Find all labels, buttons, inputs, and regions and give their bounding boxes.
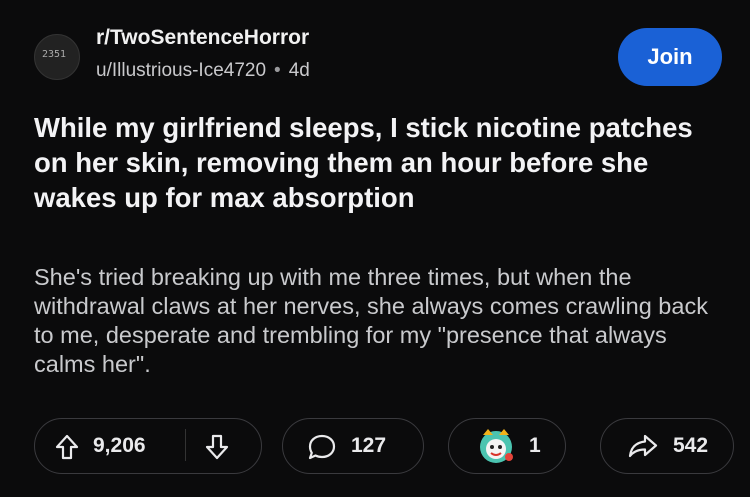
share-count: 542: [673, 434, 709, 457]
post-meta: u/Illustrious-Ice4720 • 4d: [96, 60, 310, 82]
post-body: She's tried breaking up with me three ti…: [34, 264, 708, 377]
author-name[interactable]: u/Illustrious-Ice4720: [96, 60, 266, 81]
subreddit-avatar[interactable]: 2351: [34, 34, 80, 80]
post-header: 2351 r/TwoSentenceHorror u/Illustrious-I…: [34, 20, 722, 90]
award-button[interactable]: 1: [448, 418, 566, 474]
comment-bubble-icon: [307, 433, 337, 461]
comments-button[interactable]: 127: [282, 418, 424, 474]
vote-pill: 9,206: [34, 418, 262, 474]
share-arrow-icon: [627, 433, 659, 459]
join-button[interactable]: Join: [618, 28, 722, 86]
upvote-count: 9,206: [93, 434, 146, 457]
award-count: 1: [529, 434, 541, 457]
comment-count: 127: [351, 434, 387, 457]
avatar-text: 2351: [42, 49, 67, 60]
post-age: 4d: [288, 60, 310, 81]
meta-separator: •: [274, 60, 281, 81]
post-actions: 9,206 127 1 542: [34, 418, 734, 474]
arrow-down-icon[interactable]: [205, 434, 229, 460]
award-icon: [473, 425, 519, 469]
post-title: While my girlfriend sleeps, I stick nico…: [34, 112, 693, 213]
share-button[interactable]: 542: [600, 418, 734, 474]
vote-divider: [185, 429, 186, 461]
subreddit-name[interactable]: r/TwoSentenceHorror: [96, 26, 309, 50]
arrow-up-icon[interactable]: [55, 434, 79, 460]
